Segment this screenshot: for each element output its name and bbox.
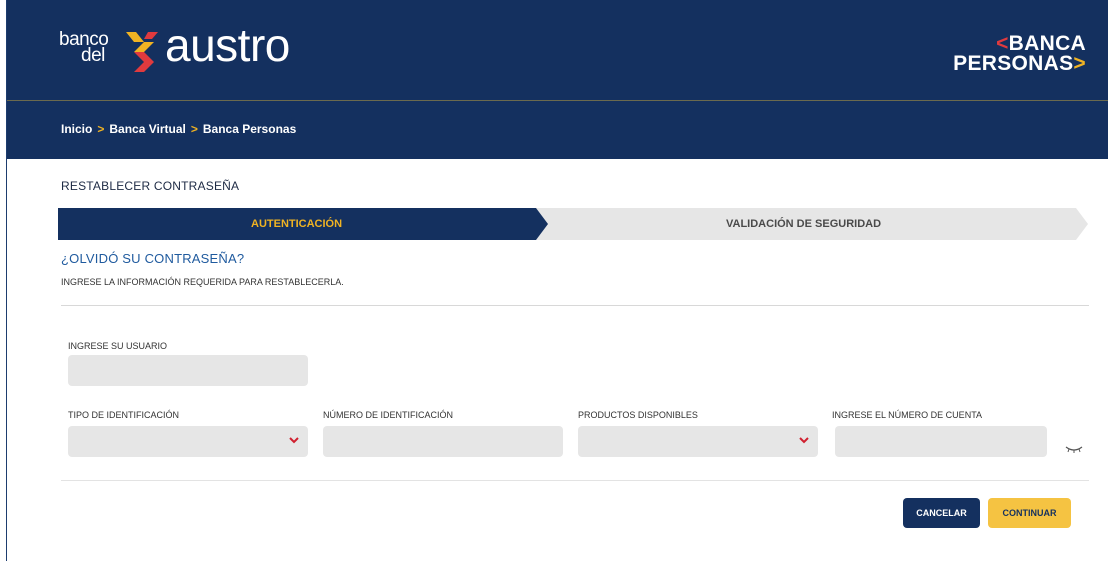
- usuario-input[interactable]: [68, 355, 308, 386]
- steps-background: [58, 208, 1088, 240]
- instructions-text: INGRESE LA INFORMACIÓN REQUERIDA PARA RE…: [61, 277, 344, 287]
- breadcrumb-inicio[interactable]: Inicio: [61, 122, 92, 136]
- breadcrumb-separator-icon: >: [97, 122, 105, 136]
- productos-disponibles-label: PRODUCTOS DISPONIBLES: [578, 410, 698, 420]
- cancel-button[interactable]: CANCELAR: [903, 498, 980, 528]
- breadcrumb-banca-personas[interactable]: Banca Personas: [203, 122, 296, 136]
- breadcrumb-bar: Inicio > Banca Virtual > Banca Personas: [7, 101, 1108, 159]
- numero-identificacion-input[interactable]: [323, 426, 563, 457]
- numero-identificacion-label: NÚMERO DE IDENTIFICACIÓN: [323, 410, 454, 420]
- tipo-identificacion-select[interactable]: [68, 426, 308, 457]
- logo-line-del: del: [81, 45, 105, 66]
- site-header: banco del austro <BANCA PERSONAS>: [7, 0, 1108, 101]
- numero-cuenta-input[interactable]: [835, 426, 1047, 457]
- page-frame: banco del austro <BANCA PERSONAS> Inicio…: [6, 0, 1108, 561]
- chevron-down-icon: [289, 437, 299, 444]
- breadcrumb-separator-icon: >: [190, 122, 198, 136]
- progress-steps: AUTENTICACIÓN VALIDACIÓN DE SEGURIDAD: [58, 208, 1088, 240]
- eye-closed-icon[interactable]: [1065, 444, 1083, 454]
- usuario-label: INGRESE SU USUARIO: [68, 341, 168, 351]
- breadcrumb: Inicio > Banca Virtual > Banca Personas: [61, 122, 296, 136]
- tipo-identificacion-label: TIPO DE IDENTIFICACIÓN: [68, 410, 180, 420]
- step-autenticacion: AUTENTICACIÓN: [251, 218, 343, 230]
- continue-button[interactable]: CONTINUAR: [988, 498, 1071, 528]
- page-title: RESTABLECER CONTRASEÑA: [61, 179, 240, 193]
- breadcrumb-banca-virtual[interactable]: Banca Virtual: [109, 122, 185, 136]
- brand-line-2: PERSONAS>: [953, 52, 1086, 75]
- brand-chevron-right-icon: >: [1073, 52, 1086, 75]
- brand-text-personas: PERSONAS: [953, 52, 1074, 75]
- banca-personas-brand[interactable]: <BANCA PERSONAS>: [953, 33, 1086, 75]
- logo-mark-icon: [126, 32, 158, 72]
- logo-austro: austro: [165, 19, 290, 71]
- numero-cuenta-label: INGRESE EL NÚMERO DE CUENTA: [832, 410, 983, 420]
- divider: [61, 480, 1089, 481]
- chevron-down-icon: [799, 437, 809, 444]
- brand-line-1: <BANCA: [953, 33, 1086, 54]
- logo-small-text: banco del: [59, 30, 109, 66]
- productos-disponibles-select[interactable]: [578, 426, 818, 457]
- divider: [61, 305, 1089, 306]
- forgot-password-heading: ¿OLVIDÓ SU CONTRASEÑA?: [61, 251, 245, 266]
- step-validacion-seguridad: VALIDACIÓN DE SEGURIDAD: [726, 218, 882, 230]
